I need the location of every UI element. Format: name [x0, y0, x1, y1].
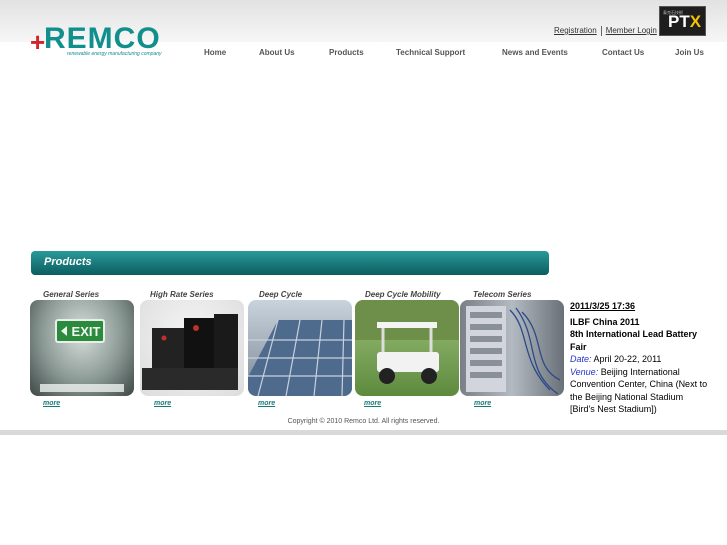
nav-home[interactable]: Home — [204, 48, 226, 57]
more-link-deep-cycle-mobility[interactable]: more — [364, 400, 381, 407]
telecom-rack-illustration — [466, 306, 561, 395]
nav-news-and-events[interactable]: News and Events — [502, 48, 568, 57]
news-date[interactable]: 2011/3/25 17:36 — [570, 300, 710, 313]
news-title-line1: ILBF China 2011 — [570, 316, 640, 327]
more-link-high-rate[interactable]: more — [154, 400, 171, 407]
product-image-deep-cycle-mobility[interactable] — [355, 300, 459, 396]
solar-panels-illustration — [248, 319, 352, 396]
exit-sign-illustration: EXIT — [40, 319, 124, 392]
nav-join-us[interactable]: Join Us — [675, 48, 704, 57]
footer-band — [0, 430, 727, 435]
ptx-main-letters: PT — [668, 12, 690, 31]
link-divider — [600, 26, 602, 36]
series-label-deep-cycle[interactable]: Deep Cycle — [259, 290, 302, 299]
product-image-telecom-series[interactable] — [460, 300, 564, 396]
registration-link[interactable]: Registration — [554, 26, 597, 35]
ups-units-illustration — [142, 314, 238, 390]
ptx-logo-text: PTX — [668, 12, 701, 32]
products-heading-bar: Products — [31, 251, 549, 275]
main-nav: Home About Us Products Technical Support… — [0, 48, 727, 60]
nav-technical-support[interactable]: Technical Support — [396, 48, 465, 57]
news-panel: 2011/3/25 17:36 ILBF China 2011 8th Inte… — [570, 300, 710, 416]
news-venue-row: Venue: Beijing International Convention … — [570, 366, 710, 416]
series-label-general[interactable]: General Series — [43, 290, 99, 299]
more-link-deep-cycle[interactable]: more — [258, 400, 275, 407]
news-venue-label: Venue: — [570, 366, 599, 377]
news-date-value: April 20-22, 2011 — [593, 354, 662, 364]
more-link-telecom[interactable]: more — [474, 400, 491, 407]
exit-sign-text: EXIT — [72, 324, 101, 339]
series-label-telecom[interactable]: Telecom Series — [473, 290, 531, 299]
news-date-row: Date: April 20-22, 2011 — [570, 353, 710, 366]
nav-products[interactable]: Products — [329, 48, 364, 57]
ptx-accent-letter: X — [689, 12, 702, 31]
products-heading: Products — [44, 256, 92, 268]
nav-about-us[interactable]: About Us — [259, 48, 295, 57]
product-image-deep-cycle[interactable] — [248, 300, 352, 396]
product-image-general-series[interactable]: EXIT — [30, 300, 134, 396]
nav-contact-us[interactable]: Contact Us — [602, 48, 644, 57]
golf-cart-illustration — [355, 300, 459, 384]
news-date-label: Date: — [570, 354, 592, 364]
ptx-partner-logo[interactable]: 泰克石技術 PTX — [659, 6, 706, 36]
series-label-high-rate[interactable]: High Rate Series — [150, 290, 214, 299]
product-image-high-rate-series[interactable] — [140, 300, 244, 396]
member-login-link[interactable]: Member Login — [606, 26, 657, 35]
news-title-line2: 8th International Lead Battery Fair — [570, 329, 698, 352]
top-links: Registration Member Login — [554, 26, 657, 36]
more-link-general[interactable]: more — [43, 400, 60, 407]
copyright-text: Copyright © 2010 Remco Ltd. All rights r… — [287, 418, 440, 425]
series-label-deep-cycle-mobility[interactable]: Deep Cycle Mobility — [365, 290, 441, 299]
